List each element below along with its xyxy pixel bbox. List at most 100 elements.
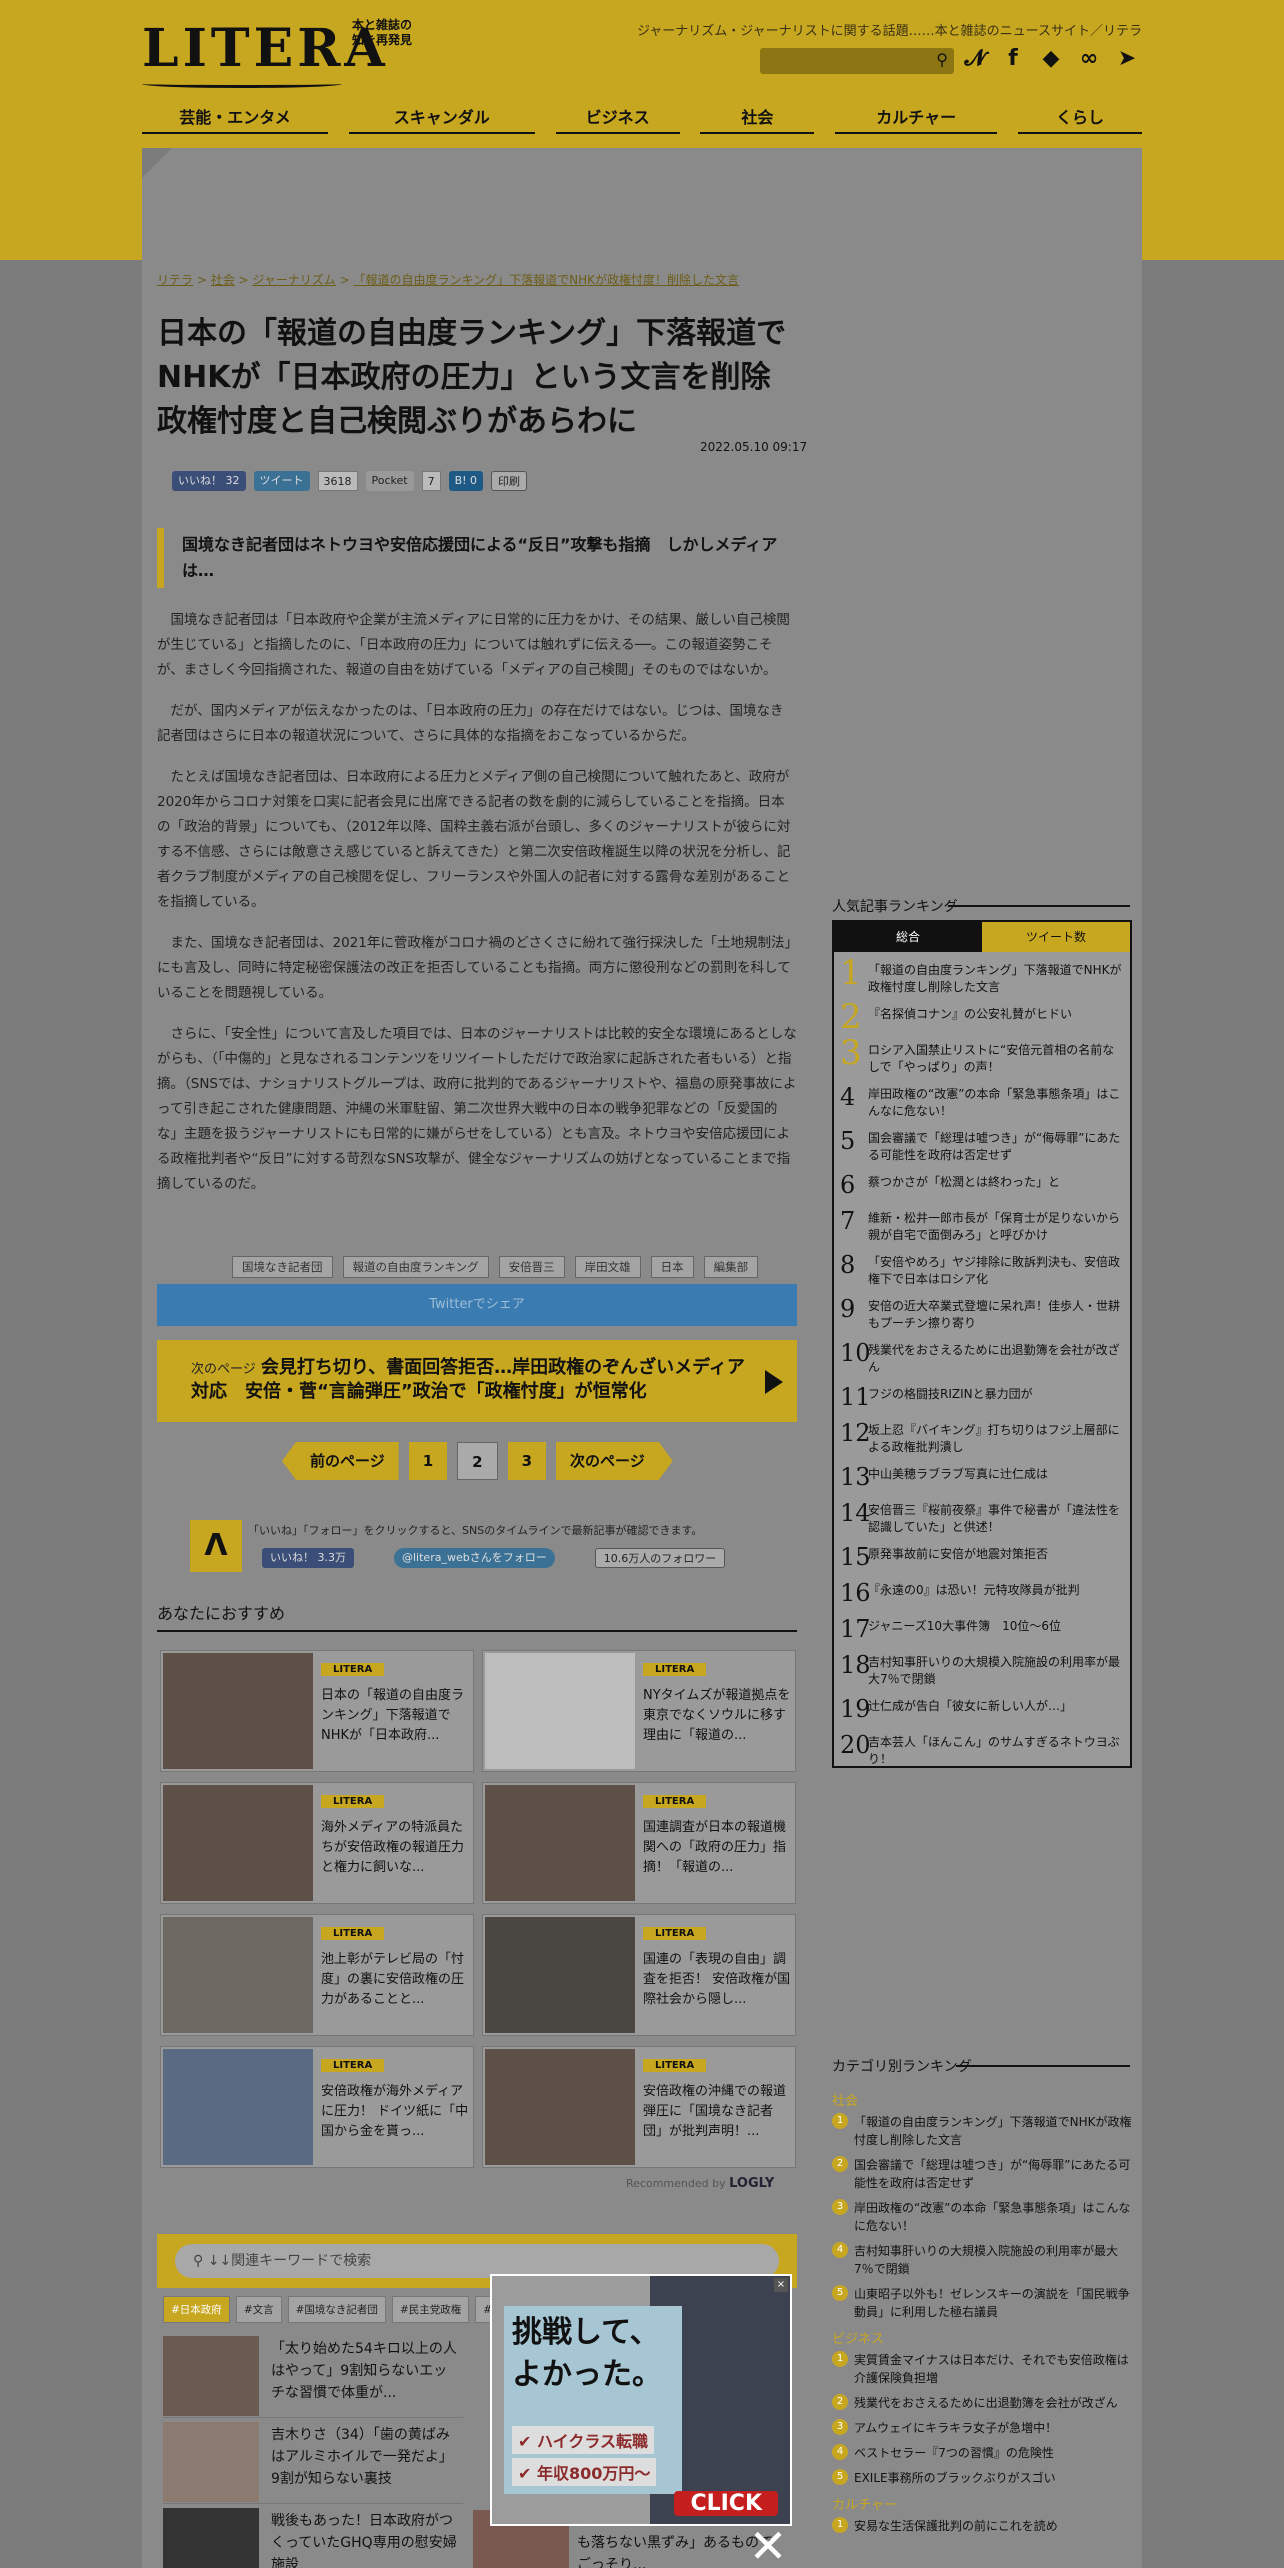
- category-item[interactable]: 2 国会審議で「総理は嘘つき」が“侮辱罪”にあたる可能性を政府は否定せず: [832, 2156, 1132, 2192]
- tab-overall[interactable]: 総合: [834, 922, 982, 952]
- list-item[interactable]: 「太り始めた54キロ以上の人はやって」9割知らないエッチな習慣で体重が...: [163, 2332, 463, 2418]
- keyword-tab[interactable]: #国境なき記者団: [287, 2296, 386, 2323]
- ranking-item[interactable]: 6 蔡つかさが「松潤とは終わった」と: [834, 1170, 1130, 1200]
- category-name[interactable]: ビジネス: [832, 2328, 1132, 2347]
- prev-page-button[interactable]: 前のページ: [282, 1442, 399, 1480]
- ranking-item[interactable]: 8 「安倍やめろ」ヤジ排除に敗訴判決も、安倍政権下で日本はロシア化: [834, 1250, 1130, 1288]
- list-item[interactable]: 吉木りさ（34）「歯の黄ばみはアルミホイルで一発だよ」9割が知らない裏技: [163, 2418, 463, 2504]
- breadcrumb-home[interactable]: リテラ: [157, 273, 193, 287]
- ranking-item[interactable]: 5 国会審議で「総理は嘘つき」が“侮辱罪”にあたる可能性を政府は否定せず: [834, 1126, 1130, 1164]
- keyword-tab[interactable]: #文言: [235, 2296, 282, 2323]
- ad-info-icon[interactable]: ×: [774, 2278, 788, 2292]
- close-icon[interactable]: ✕: [746, 2523, 790, 2568]
- tag[interactable]: 国境なき記者団: [232, 1256, 333, 1278]
- ranking-item[interactable]: 13 中山美穂ラブラブ写真に辻仁成は: [834, 1462, 1130, 1492]
- recommend-card[interactable]: LITERA 日本の「報道の自由度ランキング」下落報道でNHKが「日本政府...: [160, 1650, 474, 1772]
- pocket-button[interactable]: Pocket: [365, 471, 414, 491]
- category-item[interactable]: 3 アムウェイにキラキラ女子が急増中！: [832, 2419, 1132, 2437]
- twitter-icon[interactable]: 𝓝: [960, 44, 990, 74]
- page-3-button[interactable]: 3: [507, 1442, 547, 1480]
- nav-society[interactable]: 社会: [700, 98, 815, 134]
- ranking-item[interactable]: 11 フジの格闘技RIZINと暴力団が: [834, 1382, 1130, 1412]
- tab-tweets[interactable]: ツイート数: [982, 922, 1130, 952]
- recommend-card[interactable]: LITERA NYタイムズが報道拠点を東京でなくソウルに移す理由に「報道の...: [482, 1650, 796, 1772]
- recommend-card[interactable]: LITERA 海外メディアの特派員たちが安倍政権の報道圧力と権力に飼いな...: [160, 1782, 474, 1904]
- list-item[interactable]: 戦後もあった！日本政府がつくっていたGHQ専用の慰安婦施設: [163, 2504, 463, 2568]
- category-item[interactable]: 3 岸田政権の“改憲”の本命「緊急事態条項」はこんなに危ない！: [832, 2199, 1132, 2235]
- category-item[interactable]: 1 実質賃金マイナスは日本だけ、それでも安倍政権は介護保険負担増: [832, 2351, 1132, 2387]
- nav-scandal[interactable]: スキャンダル: [348, 98, 535, 134]
- ranking-item[interactable]: 1 「報道の自由度ランキング」下落報道でNHKが政権忖度し削除した文言: [834, 956, 1130, 996]
- facebook-like-page-button[interactable]: いいね！ 3.3万: [262, 1548, 354, 1568]
- keyword-search-input[interactable]: ⚲ ↓↓関連キーワードで検索: [175, 2244, 779, 2278]
- category-item[interactable]: 1 安易な生活保護批判の前にこれを読め: [832, 2517, 1132, 2535]
- category-item[interactable]: 2 残業代をおさえるために出退勤簿を会社が改ざん: [832, 2394, 1132, 2412]
- tweet-button[interactable]: ツイート: [253, 471, 310, 491]
- ranking-item[interactable]: 4 岸田政権の“改憲”の本命「緊急事態条項」はこんなに危ない！: [834, 1082, 1130, 1120]
- tag[interactable]: 岸田文雄: [574, 1256, 641, 1278]
- nav-business[interactable]: ビジネス: [555, 98, 680, 134]
- keyword-results: 「太り始めた54キロ以上の人はやって」9割知らないエッチな習慣で体重が... 吉…: [163, 2332, 463, 2568]
- ranking-item[interactable]: 15 原発事故前に安倍が地震対策拒否: [834, 1542, 1130, 1572]
- nav-life[interactable]: くらし: [1017, 98, 1142, 134]
- tag[interactable]: 編集部: [703, 1256, 759, 1278]
- header-search-input[interactable]: ⚲: [760, 48, 954, 74]
- nav-culture[interactable]: カルチャー: [835, 98, 998, 134]
- ranking-item[interactable]: 19 辻仁成が告白「彼女に新しい人が…」: [834, 1694, 1130, 1724]
- ranking-item[interactable]: 9 安倍の近大卒業式登壇に呆れ声！佳歩人・世耕もプーチン擦り寄り: [834, 1294, 1130, 1332]
- ranking-item[interactable]: 2 『名探偵コナン』の公安礼賛がヒドい: [834, 1000, 1130, 1034]
- recommend-card[interactable]: LITERA 国連の「表現の自由」調査を拒否！ 安倍政権が国際社会から隠し...: [482, 1914, 796, 2036]
- keyword-tab[interactable]: #民主党政権: [391, 2296, 470, 2323]
- ranking-item[interactable]: 20 吉本芸人「ほんこん」のサムすぎるネトウヨぶり！: [834, 1730, 1130, 1768]
- telegram-icon[interactable]: ➤: [1112, 44, 1142, 74]
- category-name[interactable]: カルチャー: [832, 2494, 1132, 2513]
- ranking-item[interactable]: 10 残業代をおさえるために出退勤簿を会社が改ざん: [834, 1338, 1130, 1376]
- ranking-item[interactable]: 12 坂上忍『バイキング』打ち切りはフジ上層部による政権批判潰し: [834, 1418, 1130, 1456]
- twitter-follow-button[interactable]: @litera_webさんをフォロー: [394, 1548, 555, 1568]
- category-name[interactable]: 社会: [832, 2090, 1132, 2109]
- rss-icon[interactable]: ∞: [1074, 44, 1104, 74]
- breadcrumb-journalism[interactable]: ジャーナリズム: [252, 273, 335, 287]
- category-item[interactable]: 5 EXILE事務所のブラックぶりがスゴい: [832, 2469, 1132, 2487]
- ad-click-button[interactable]: CLICK: [674, 2491, 778, 2516]
- tag[interactable]: 日本: [650, 1256, 694, 1278]
- recommend-card[interactable]: LITERA 安倍政権の沖縄での報道弾圧に「国境なき記者団」が批判声明！...: [482, 2046, 796, 2168]
- tag[interactable]: 報道の自由度ランキング: [342, 1256, 489, 1278]
- facebook-like-button[interactable]: いいね！ 32: [172, 471, 246, 491]
- ranking-item[interactable]: 7 維新・松井一郎市長が「保育士が足りないから親が自宅で面倒みろ」と呼びかけ: [834, 1206, 1130, 1244]
- ranking-item[interactable]: 3 ロシア入国禁止リストに“安倍元首相の名前なしで「やっぱり」の声！: [834, 1036, 1130, 1076]
- category-item[interactable]: 4 吉村知事肝いりの大規模入院施設の利用率が最大7％で閉鎖: [832, 2242, 1132, 2278]
- pocket-count: 7: [421, 471, 441, 491]
- recommend-card[interactable]: LITERA 安倍政権が海外メディアに圧力！ ドイツ紙に「中国から金を貰っ...: [160, 2046, 474, 2168]
- logly-credit[interactable]: Recommended by LOGLY: [626, 2176, 774, 2191]
- follow-box: Λ 「いいね」「フォロー」をクリックすると、SNSのタイムラインで最新記事が確認…: [190, 1516, 790, 1578]
- feedly-icon[interactable]: ◆: [1036, 44, 1066, 74]
- tag[interactable]: 安倍晋三: [498, 1256, 565, 1278]
- ranking-item[interactable]: 14 安倍晋三『桜前夜祭』事件で秘書が「違法性を認識していた」と供述！: [834, 1498, 1130, 1536]
- search-icon[interactable]: ⚲: [936, 50, 948, 69]
- recommend-card[interactable]: LITERA 池上彰がテレビ局の「忖度」の裏に安倍政権の圧力があることと...: [160, 1914, 474, 2036]
- ranking-item[interactable]: 16 『永遠の0』は恐い！元特攻隊員が批判: [834, 1578, 1130, 1608]
- ad-banner[interactable]: 挑戦して、よかった。 ✔ ハイクラス転職 ✔ 年収800万円〜 CLICK ×: [490, 2274, 792, 2526]
- recommend-card[interactable]: LITERA 国連調査が日本の報道機関への「政府の圧力」指摘！「報道の...: [482, 1782, 796, 1904]
- source-badge: LITERA: [643, 1663, 707, 1676]
- keyword-tab[interactable]: #日本政府: [163, 2296, 230, 2323]
- recommend-title: 国連の「表現の自由」調査を拒否！ 安倍政権が国際社会から隠し...: [643, 1952, 791, 2007]
- nav-entertainment[interactable]: 芸能・エンタメ: [142, 98, 328, 134]
- breadcrumb-society[interactable]: 社会: [211, 273, 235, 287]
- facebook-icon[interactable]: f: [998, 44, 1028, 74]
- page-2-button[interactable]: 2: [457, 1442, 498, 1480]
- category-item[interactable]: 5 山東昭子以外も！ゼレンスキーの演説を「国民戦争動員」に利用した極右議員: [832, 2285, 1132, 2321]
- hatena-bookmark-button[interactable]: B! 0: [448, 471, 484, 491]
- category-item[interactable]: 1 「報道の自由度ランキング」下落報道でNHKが政権忖度し削除した文言: [832, 2113, 1132, 2149]
- page-1-button[interactable]: 1: [408, 1442, 448, 1480]
- twitter-share-button[interactable]: Twitterでシェア: [157, 1284, 797, 1326]
- site-logo[interactable]: LITERA 本と雑誌の知を再発見: [142, 18, 412, 90]
- ranking-item[interactable]: 17 ジャニーズ10大事件簿 10位〜6位: [834, 1614, 1130, 1644]
- category-item[interactable]: 4 ベストセラー『7つの習慣』の危険性: [832, 2444, 1132, 2462]
- ranking-item[interactable]: 18 吉村知事肝いりの大規模入院施設の利用率が最大7％で閉鎖: [834, 1650, 1130, 1688]
- breadcrumb-current[interactable]: 「報道の自由度ランキング」下落報道でNHKが政権忖度！削除した文言: [354, 273, 740, 287]
- next-page-banner[interactable]: 次のページ 会見打ち切り、書面回答拒否…岸田政権のぞんざいメディア対応 安倍・菅…: [157, 1340, 797, 1422]
- next-page-button[interactable]: 次のページ: [556, 1442, 673, 1480]
- print-button[interactable]: 印刷: [491, 471, 528, 491]
